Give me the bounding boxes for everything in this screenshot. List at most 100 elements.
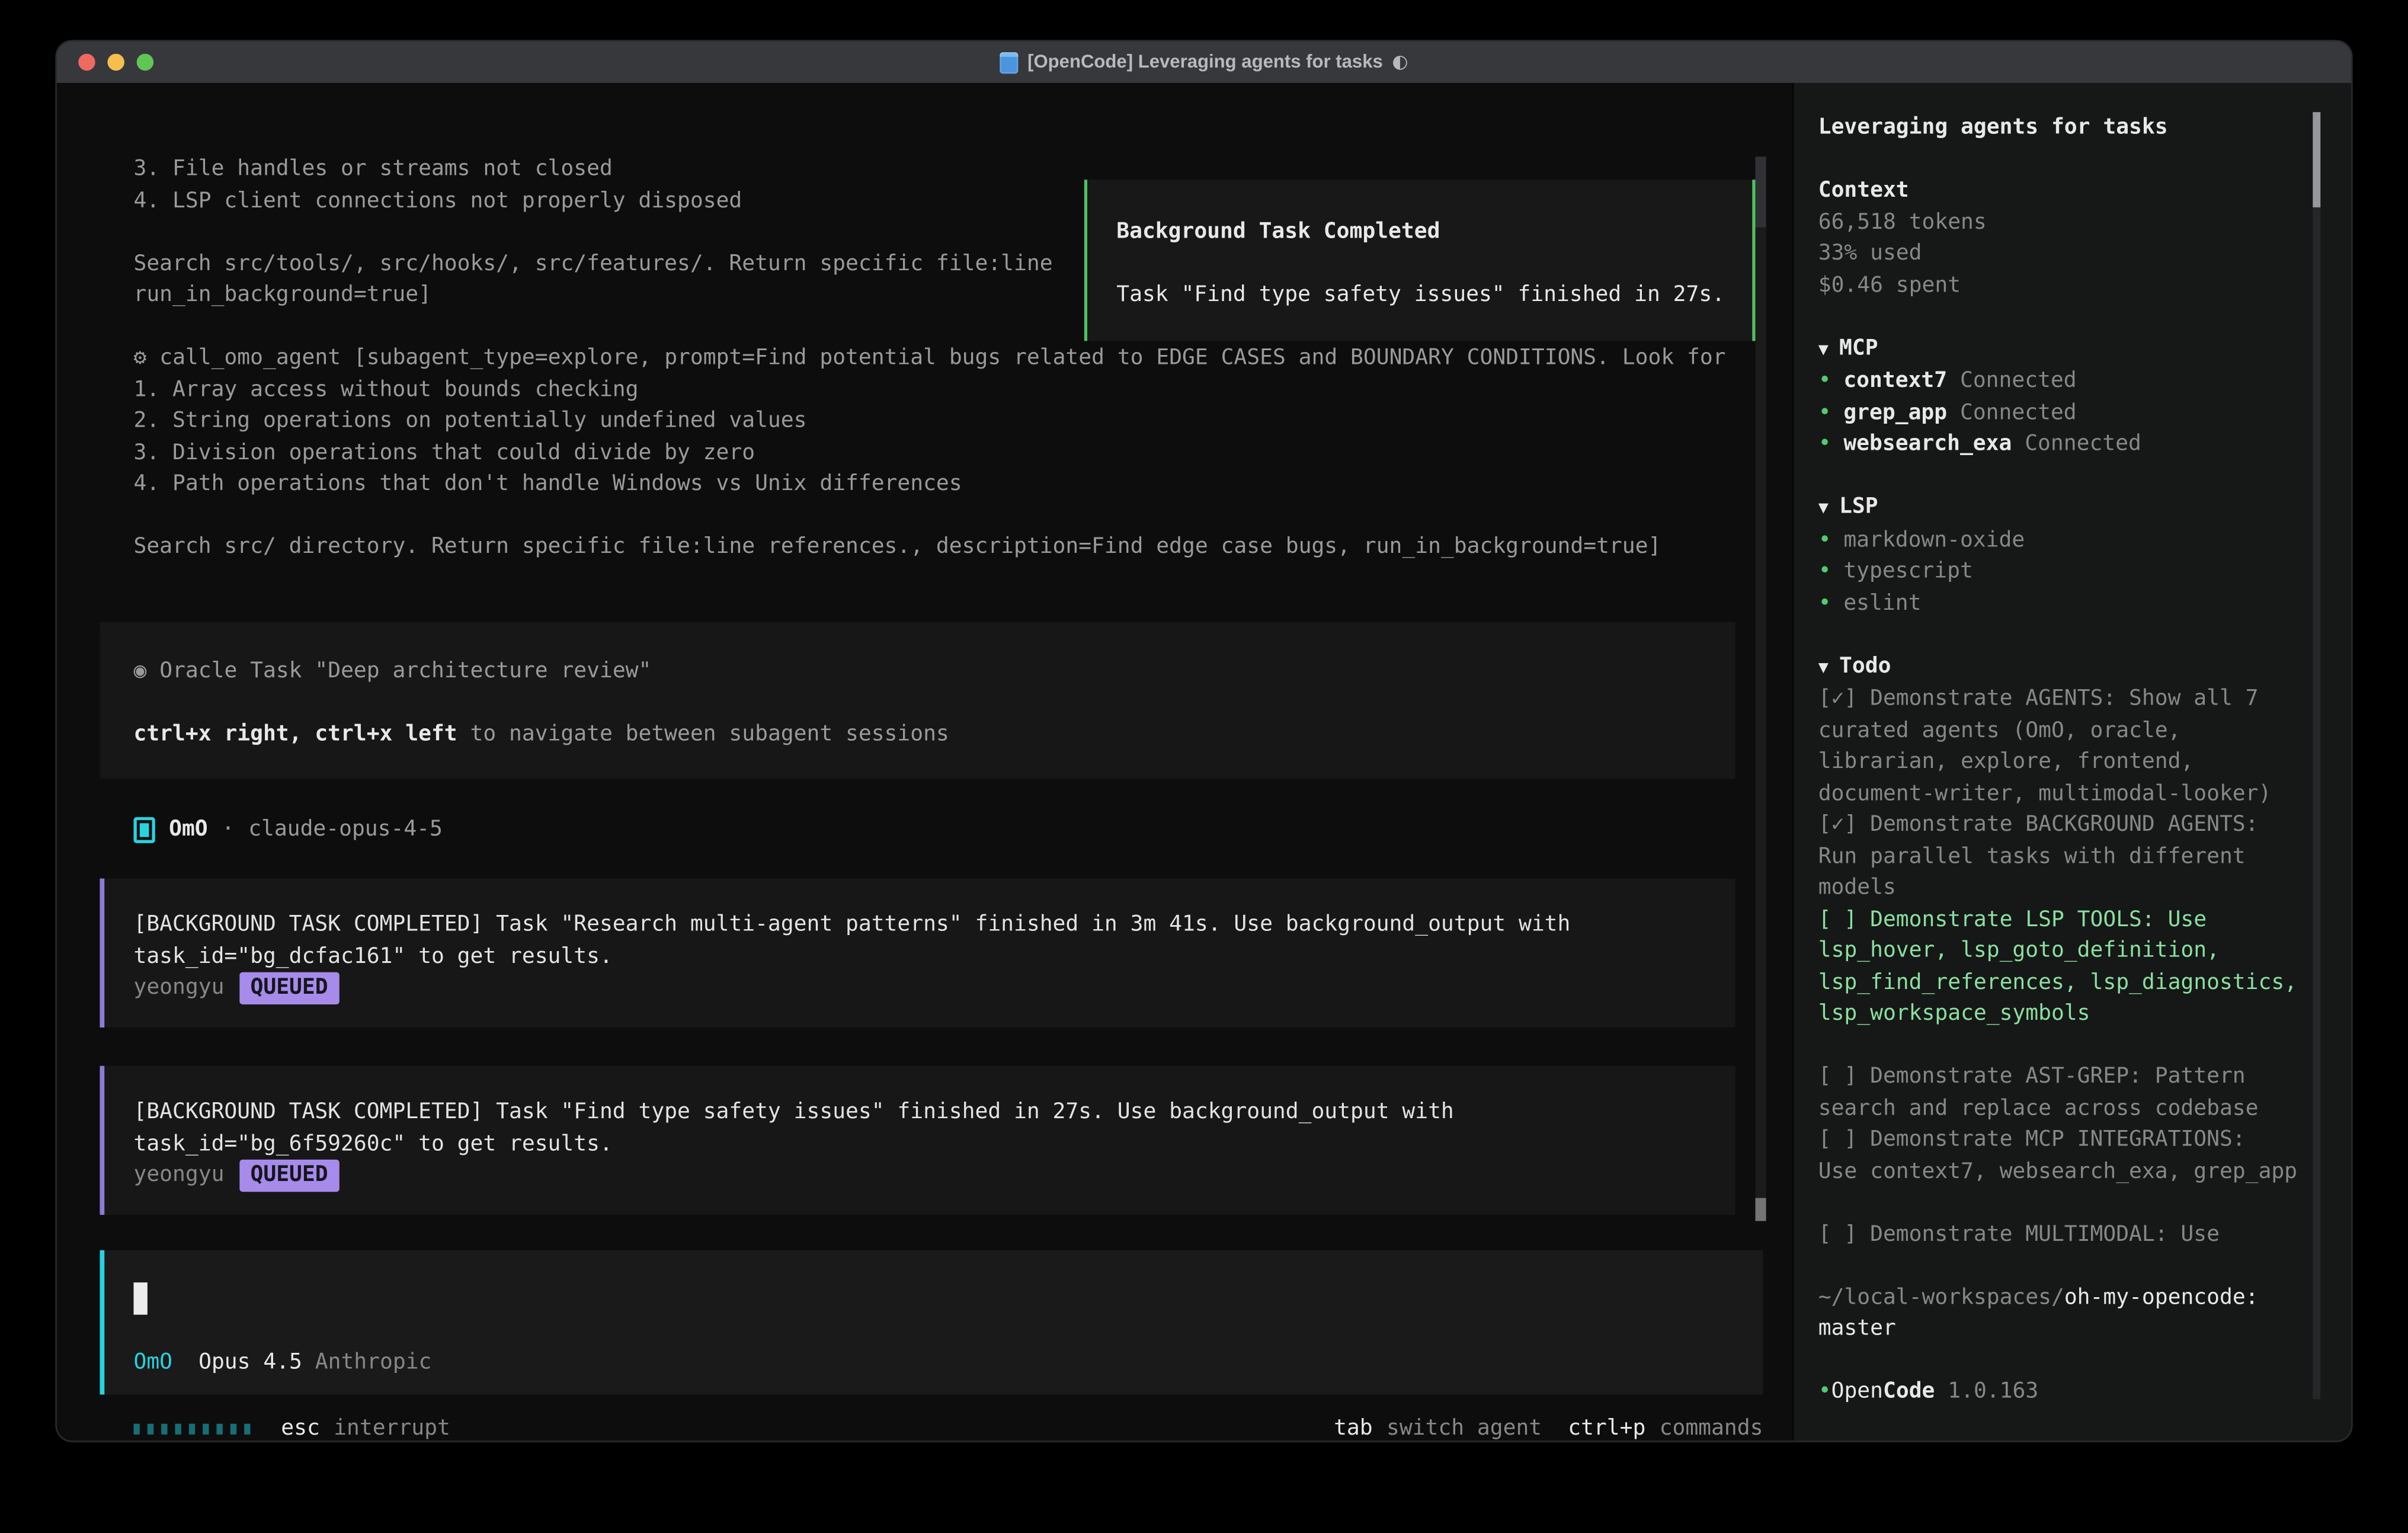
context-heading: Context (1818, 175, 2307, 206)
main-scrollbar-segment[interactable] (1755, 156, 1766, 227)
todo-item-line: lsp_find_references, lsp_diagnostics, (1818, 967, 2307, 998)
chevron-down-icon: ▼ (1818, 339, 1829, 359)
lsp-section-header[interactable]: ▼LSP (1818, 491, 2307, 524)
model-name: claude-opus-4-5 (248, 814, 443, 846)
task-result-meta: yeongyu QUEUED (133, 972, 1735, 1004)
status-badge: QUEUED (239, 972, 338, 1004)
document-icon (1000, 52, 1018, 73)
status-dot-icon: • (1818, 369, 1831, 393)
close-button[interactable] (78, 54, 95, 71)
ctrlp-label: commands (1660, 1413, 1763, 1441)
chevron-down-icon: ▼ (1818, 498, 1829, 518)
git-branch: master (1818, 1313, 2307, 1345)
working-spinner (133, 1423, 250, 1434)
esc-key-hint: esc (281, 1413, 320, 1441)
session-header: OmO · claude-opus-4-5 (133, 814, 442, 846)
navigation-hint: ctrl+x right, ctrl+x left to navigate be… (133, 719, 1735, 750)
todo-item-line: models (1818, 872, 2307, 904)
task-result-line: task_id="bg_dcfac161" to get results. (133, 941, 1735, 972)
esc-label: interrupt (334, 1413, 450, 1441)
context-spent: $0.46 spent (1818, 270, 2307, 301)
task-result-line: [BACKGROUND TASK COMPLETED] Task "Resear… (133, 909, 1735, 940)
text-cursor (133, 1282, 147, 1314)
status-dot-icon: • (1818, 431, 1831, 456)
main-pane: 3. File handles or streams not closed 4.… (57, 83, 1792, 1441)
scrollback-line: 3. Division operations that could divide… (133, 437, 1738, 468)
session-title: Leveraging agents for tasks (1818, 112, 2307, 143)
task-result-meta: yeongyu QUEUED (133, 1160, 1735, 1191)
gear-icon: ⚙ (133, 345, 146, 370)
todo-item-line: [ ] Demonstrate MCP INTEGRATIONS: (1818, 1124, 2307, 1156)
agent-square-icon (133, 817, 155, 843)
task-result-line: task_id="bg_6f59260c" to get results. (133, 1128, 1735, 1160)
status-right: tab switch agent ctrl+p commands (1334, 1413, 1763, 1441)
spinner-dot (230, 1423, 236, 1434)
background-task-toast: Background Task Completed Task "Find typ… (1084, 180, 1756, 341)
scrollback-line: Search src/ directory. Return specific f… (133, 532, 1738, 563)
status-bar: esc interrupt tab switch agent ctrl+p comma… (133, 1413, 1763, 1441)
active-model: Opus 4.5 (198, 1350, 302, 1374)
todo-item-line: lsp_hover, lsp_goto_definition, (1818, 935, 2307, 966)
spinner-dot (189, 1423, 195, 1434)
mcp-section-header[interactable]: ▼MCP (1818, 332, 2307, 366)
oracle-task-title: ◉ Oracle Task "Deep architecture review" (133, 656, 1735, 687)
context-tokens: 66,518 tokens (1818, 207, 2307, 238)
username: yeongyu (133, 1163, 224, 1187)
sidebar: Leveraging agents for tasks Context 66,5… (1792, 83, 2351, 1441)
chevron-down-icon: ▼ (1818, 657, 1829, 677)
tool-call-line: ⚙ call_omo_agent [subagent_type=explore,… (133, 343, 1738, 374)
status-dot-icon: • (1818, 527, 1831, 552)
todo-item-line: lsp_workspace_symbols (1818, 998, 2307, 1030)
status-left: esc interrupt (133, 1413, 450, 1441)
sidebar-scrollbar-thumb[interactable] (2313, 112, 2320, 207)
toast-body: Task "Find type safety issues" finished … (1116, 280, 1752, 311)
oracle-task-box: ◉ Oracle Task "Deep architecture review"… (100, 622, 1735, 779)
active-agent: OmO (133, 1350, 172, 1374)
spinner-dot (216, 1423, 222, 1434)
sidebar-scrollbar-track[interactable] (2313, 112, 2320, 1399)
todo-section-header[interactable]: ▼Todo (1818, 651, 2307, 684)
lsp-item: •markdown-oxide (1818, 524, 2307, 556)
status-dot-icon: • (1818, 591, 1831, 615)
ctrlp-key-hint: ctrl+p (1568, 1413, 1645, 1441)
input-meta: OmO Opus 4.5 Anthropic (133, 1347, 1763, 1378)
task-result-block: [BACKGROUND TASK COMPLETED] Task "Resear… (100, 879, 1735, 1028)
minimize-button[interactable] (107, 54, 124, 71)
titlebar: [OpenCode] Leveraging agents for tasks ◐ (57, 41, 2351, 85)
username: yeongyu (133, 975, 224, 1000)
mcp-item: •context7 Connected (1818, 366, 2307, 397)
scrollback-line: 4. Path operations that don't handle Win… (133, 469, 1738, 500)
todo-item-line: [ ] Demonstrate LSP TOOLS: Use (1818, 904, 2307, 935)
scrollback-line: 2. String operations on potentially unde… (133, 405, 1738, 437)
half-moon-icon: ◐ (1392, 41, 1408, 83)
spinner-dot (133, 1423, 139, 1434)
todo-item-line: [✓] Demonstrate BACKGROUND AGENTS: (1818, 809, 2307, 841)
task-result-block: [BACKGROUND TASK COMPLETED] Task "Find t… (100, 1066, 1735, 1215)
todo-item-line: curated agents (OmO, oracle, (1818, 715, 2307, 747)
todo-item-line: librarian, explore, frontend, (1818, 747, 2307, 778)
spinner-dot (203, 1423, 209, 1434)
agent-name: OmO (169, 814, 208, 846)
lsp-item: •typescript (1818, 556, 2307, 587)
spinner-dot (244, 1423, 250, 1434)
toast-title: Background Task Completed (1116, 216, 1752, 248)
spinner-dot (175, 1423, 181, 1434)
main-scrollbar-thumb[interactable] (1755, 1198, 1766, 1221)
window-title: [OpenCode] Leveraging agents for tasks ◐ (1000, 41, 1408, 83)
maximize-button[interactable] (137, 54, 154, 71)
status-badge: QUEUED (239, 1160, 338, 1191)
mcp-item: •websearch_exa Connected (1818, 428, 2307, 460)
mcp-item: •grep_app Connected (1818, 397, 2307, 428)
prompt-input[interactable]: OmO Opus 4.5 Anthropic (100, 1250, 1763, 1395)
lsp-item: •eslint (1818, 587, 2307, 619)
status-dot-icon: • (1818, 1379, 1831, 1403)
separator-dot: · (222, 814, 235, 846)
context-used: 33% used (1818, 238, 2307, 270)
todo-item-line: Use context7, websearch_exa, grep_app (1818, 1156, 2307, 1187)
window-controls (78, 54, 153, 71)
main-scrollbar-track[interactable] (1755, 156, 1766, 1221)
provider: Anthropic (315, 1350, 432, 1374)
tab-key-hint: tab (1334, 1413, 1373, 1441)
spinner-dot (161, 1423, 167, 1434)
tab-label: switch agent (1386, 1413, 1542, 1441)
